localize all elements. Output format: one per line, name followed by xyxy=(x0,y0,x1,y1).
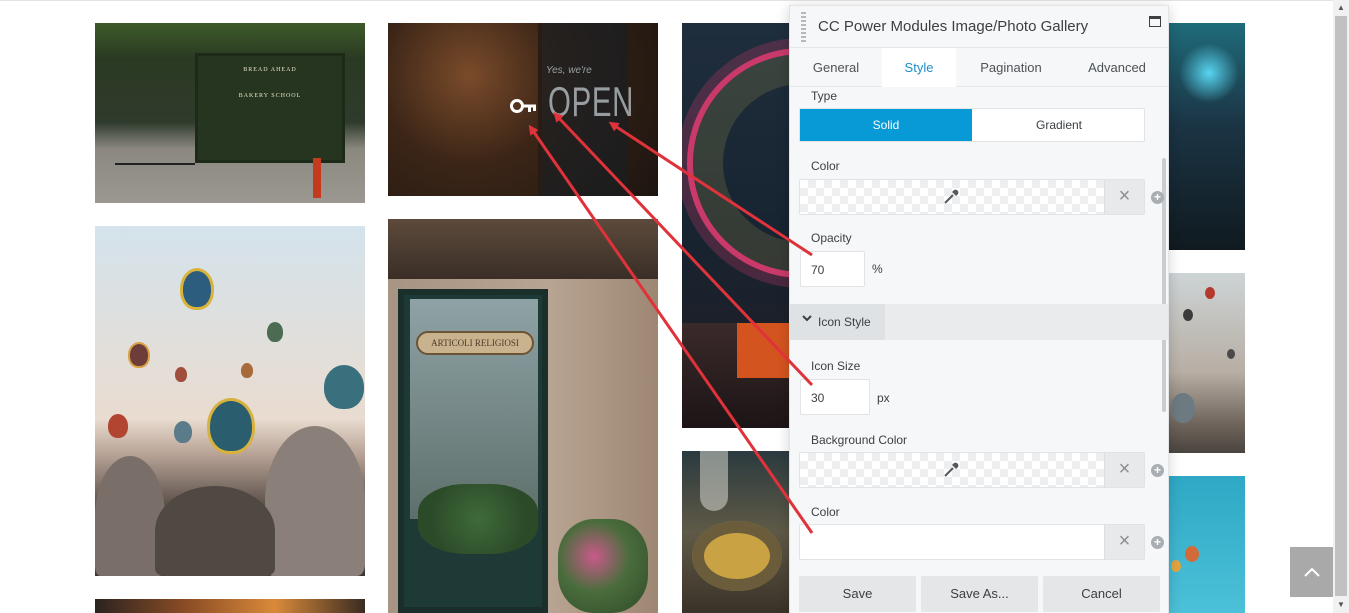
save-button[interactable]: Save xyxy=(799,576,916,612)
settings-panel: CC Power Modules Image/Photo Gallery Gen… xyxy=(789,5,1169,613)
top-divider xyxy=(0,0,1333,1)
food-stall xyxy=(737,323,792,378)
gallery-photo-food[interactable] xyxy=(682,451,792,613)
icon-style-label: Icon Style xyxy=(818,315,871,329)
stage-light xyxy=(1179,43,1239,103)
shop-roof xyxy=(388,219,658,279)
panel-title: CC Power Modules Image/Photo Gallery xyxy=(818,18,1089,35)
gallery-photo-shop-door[interactable]: ARTICOLI RELIGIOSI xyxy=(388,219,658,613)
chevron-down-icon xyxy=(802,313,812,326)
gallery-photo-balloons-valley[interactable] xyxy=(1169,273,1245,453)
shop-sign: ARTICOLI RELIGIOSI xyxy=(416,331,534,355)
save-as-button[interactable]: Save As... xyxy=(921,576,1038,612)
gallery-photo-hot-air-balloons[interactable] xyxy=(95,226,365,576)
clear-color-button[interactable]: × xyxy=(1104,180,1144,214)
drag-handle-icon[interactable] xyxy=(801,12,806,42)
window-open-text: OPEN xyxy=(548,78,635,125)
tab-pagination[interactable]: Pagination xyxy=(956,48,1066,87)
clear-icon-color-button[interactable]: × xyxy=(1104,525,1144,559)
store-sign: BREAD AHEAD xyxy=(243,67,297,73)
tab-style[interactable]: Style xyxy=(882,48,956,87)
color-picker[interactable]: × xyxy=(799,179,1145,215)
gallery-photo-concert[interactable] xyxy=(1169,23,1245,250)
icon-size-unit: px xyxy=(877,391,890,405)
icon-color-label: Color xyxy=(811,505,840,519)
icon-color-picker[interactable]: × xyxy=(799,524,1145,560)
add-background-color-icon[interactable]: + xyxy=(1151,464,1164,477)
gallery-photo-ferris-wheel[interactable] xyxy=(682,23,792,428)
panel-footer: Save Save As... Cancel xyxy=(790,566,1168,613)
key-icon xyxy=(510,97,538,119)
scroll-down-icon[interactable]: ▼ xyxy=(1333,597,1349,613)
icon-size-input[interactable]: 30 xyxy=(800,379,870,415)
store-subsign: BAKERY SCHOOL xyxy=(238,93,302,99)
window-tagline: Yes, we're xyxy=(546,65,592,76)
opacity-input[interactable]: 70 xyxy=(800,251,865,287)
type-solid-button[interactable]: Solid xyxy=(800,109,972,141)
tab-advanced[interactable]: Advanced xyxy=(1066,48,1168,87)
gallery-photo-sky-balloons[interactable] xyxy=(1169,476,1245,613)
scrollbar-thumb[interactable] xyxy=(1335,16,1347,596)
panel-tabs: General Style Pagination Advanced xyxy=(790,48,1168,87)
background-color-label: Background Color xyxy=(811,433,908,447)
chevron-up-icon xyxy=(1303,567,1320,577)
maximize-icon[interactable] xyxy=(1149,16,1161,27)
eyedropper-icon[interactable] xyxy=(942,188,960,209)
add-color-icon[interactable]: + xyxy=(1151,191,1164,204)
opacity-unit: % xyxy=(872,262,883,276)
plants xyxy=(418,484,538,554)
icon-style-section[interactable]: Icon Style xyxy=(790,304,1168,340)
panel-header: CC Power Modules Image/Photo Gallery xyxy=(790,6,1168,48)
type-gradient-button[interactable]: Gradient xyxy=(973,109,1145,141)
icon-style-header[interactable]: Icon Style xyxy=(790,304,885,340)
clear-background-color-button[interactable]: × xyxy=(1104,453,1144,487)
gallery-photo-open-sign[interactable]: Yes, we're OPEN xyxy=(388,23,658,196)
bicycle xyxy=(115,163,195,193)
wine-glass xyxy=(700,451,728,511)
cancel-button[interactable]: Cancel xyxy=(1043,576,1160,612)
color-label: Color xyxy=(811,159,840,173)
back-to-top-button[interactable] xyxy=(1290,547,1333,597)
scroll-up-icon[interactable]: ▲ xyxy=(1333,0,1349,16)
traffic-cone xyxy=(313,158,321,198)
type-label: Type xyxy=(811,89,838,103)
ferris-wheel xyxy=(687,48,792,278)
flowers xyxy=(558,519,648,613)
icon-size-label: Icon Size xyxy=(811,359,861,373)
opacity-label: Opacity xyxy=(811,231,852,245)
tab-general[interactable]: General xyxy=(790,48,882,87)
gallery-photo-bakery-storefront[interactable]: BREAD AHEAD BAKERY SCHOOL xyxy=(95,23,365,203)
background-color-picker[interactable]: × xyxy=(799,452,1145,488)
gallery-photo-partial[interactable] xyxy=(95,599,365,613)
eyedropper-icon[interactable] xyxy=(942,461,960,482)
page: BREAD AHEAD BAKERY SCHOOL Yes, we're OPE… xyxy=(0,0,1349,613)
plate xyxy=(692,521,782,591)
type-toggle: Solid Gradient xyxy=(799,108,1145,142)
add-icon-color-icon[interactable]: + xyxy=(1151,536,1164,549)
